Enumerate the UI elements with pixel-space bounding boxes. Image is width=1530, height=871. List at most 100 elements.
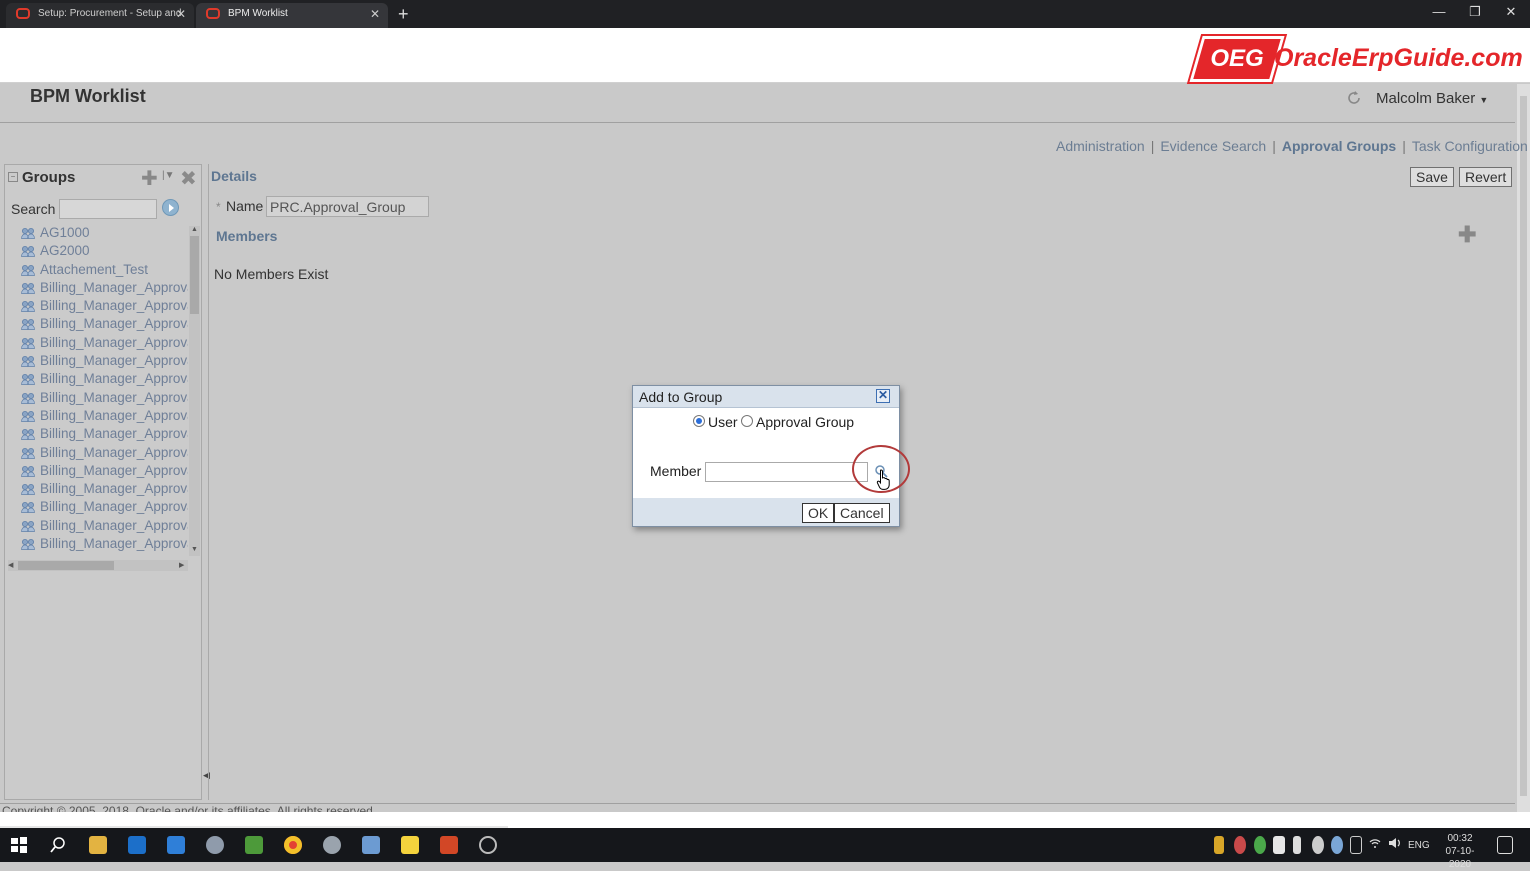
copyright-text: Copyright © 2005, 2018, Oracle and/or it… [2,804,377,812]
windows-taskbar [0,828,1530,862]
member-input[interactable] [705,462,868,482]
group-list-item[interactable]: Billing_Manager_Approva [18,315,188,333]
nav-link-evidence-search[interactable]: Evidence Search [1160,138,1266,154]
scrollbar-thumb[interactable] [1520,96,1527,796]
group-list-item[interactable]: AG1000 [18,224,188,242]
tray-chrome-icon[interactable] [1254,836,1266,854]
group-list-item[interactable]: Billing_Manager_Approva [18,334,188,352]
browser-tab-bar: Setup: Procurement - Setup and ✕ BPM Wor… [0,0,1530,28]
nav-link-administration[interactable]: Administration [1056,138,1145,154]
tray-dropbox-icon[interactable] [1312,836,1324,854]
scrollbar-thumb[interactable] [18,561,114,570]
group-list-item[interactable]: Billing_Manager_Approva [18,425,188,443]
group-label: Billing_Manager_Approva [40,536,188,552]
group-icon [21,282,35,294]
radio-approval-group[interactable] [741,415,753,427]
group-list-item[interactable]: Attachement_Test [18,261,188,279]
delete-group-icon[interactable]: ✖ [180,166,197,191]
user-menu[interactable]: Malcolm Baker ▼ [1376,90,1488,107]
search-input[interactable] [59,199,157,219]
tray-app-icon[interactable] [1350,836,1362,854]
add-group-icon[interactable]: ✚ [141,166,158,191]
group-list-item[interactable]: Billing_Manager_Approva [18,444,188,462]
scroll-up-icon[interactable]: ▲ [191,226,198,233]
search-icon[interactable] [49,836,67,854]
clock-app-icon[interactable] [479,836,497,854]
app-icon[interactable] [206,836,224,854]
collapse-icon[interactable]: − [8,172,18,182]
microphone-icon[interactable] [1293,836,1301,854]
minimize-icon[interactable]: — [1424,4,1454,19]
save-button[interactable]: Save [1410,167,1454,187]
close-tab-icon[interactable]: ✕ [176,3,186,25]
group-list-item[interactable]: Billing_Manager_Approva [18,370,188,388]
group-label: Billing_Manager_Approva [40,389,188,405]
group-list-item[interactable]: Billing_Manager_Approva [18,498,188,516]
browser-tab-setup[interactable]: Setup: Procurement - Setup and ✕ [6,3,194,28]
tray-app-icon[interactable] [1234,836,1246,854]
group-list-item[interactable]: Billing_Manager_Approva [18,407,188,425]
windows-start-icon[interactable] [10,836,28,854]
group-list-item[interactable]: Billing_Manager_Approva [18,297,188,315]
tray-app-icon[interactable] [1331,836,1343,854]
group-list-item[interactable]: Billing_Manager_Approva [18,535,188,553]
no-members-text: No Members Exist [214,266,329,282]
group-list-item[interactable]: Billing_Manager_Approva [18,389,188,407]
nav-link-approval-groups[interactable]: Approval Groups [1282,138,1396,154]
revert-button[interactable]: Revert [1459,167,1513,187]
scrollbar-thumb[interactable] [190,236,199,314]
tray-security-icon[interactable] [1214,836,1224,854]
clock[interactable]: 00:32 07-10-2020 [1440,832,1480,871]
close-icon[interactable]: ✕ [876,389,890,403]
group-list-hscrollbar[interactable]: ◀ ▶ [8,560,188,571]
nav-link-task-configuration[interactable]: Task Configuration [1412,138,1528,154]
group-label: Billing_Manager_Approva [40,353,188,369]
refresh-icon[interactable] [1344,88,1364,108]
radio-user[interactable] [693,415,705,427]
group-label: Billing_Manager_Approva [40,316,188,332]
name-field[interactable] [266,196,429,217]
group-list-scrollbar[interactable]: ▲ ▼ [189,226,200,556]
browser-tab-bpm-worklist[interactable]: BPM Worklist ✕ [196,3,388,28]
mail-icon[interactable] [167,836,185,854]
required-marker: * [216,200,221,214]
group-icon [21,337,35,349]
app-icon[interactable] [362,836,380,854]
group-list-item[interactable]: Billing_Manager_Approva [18,462,188,480]
group-list-item[interactable]: Billing_Manager_Approva [18,352,188,370]
tray-k-icon[interactable] [1273,836,1285,854]
group-icon [21,429,35,441]
outlook-icon[interactable] [128,836,146,854]
paint-icon[interactable] [323,836,341,854]
close-window-icon[interactable]: ✕ [1496,4,1526,20]
new-tab-button[interactable]: + [398,3,409,25]
chrome-icon[interactable] [284,836,302,854]
group-list-item[interactable]: Billing_Manager_Approva [18,279,188,297]
volume-icon[interactable] [1388,836,1402,854]
group-list-item[interactable]: Billing_Manager_Approva [18,480,188,498]
language-indicator[interactable]: ENG [1408,840,1430,851]
group-list-item[interactable]: AG2000 [18,242,188,260]
cancel-button[interactable]: Cancel [834,503,890,523]
restore-icon[interactable]: ❐ [1460,4,1490,20]
notifications-icon[interactable] [1497,836,1513,854]
powerpoint-icon[interactable] [440,836,458,854]
sticky-notes-icon[interactable] [401,836,419,854]
page-title: BPM Worklist [30,86,146,106]
ok-button[interactable]: OK [802,503,835,523]
header-divider [0,122,1515,123]
page-scrollbar[interactable] [1517,84,1530,812]
notepad-icon[interactable] [245,836,263,854]
add-member-icon[interactable]: ✚ [1458,222,1476,248]
file-explorer-icon[interactable] [89,836,107,854]
scroll-down-icon[interactable]: ▼ [191,546,198,553]
scroll-left-icon[interactable]: ◀ [8,561,13,569]
search-go-icon[interactable] [162,199,179,216]
close-tab-icon[interactable]: ✕ [370,3,380,25]
chevron-down-icon[interactable]: |▼ [162,170,175,181]
group-icon [21,539,35,550]
wifi-icon[interactable] [1369,836,1381,854]
group-list-item[interactable]: Billing_Manager_Approva [18,517,188,535]
scroll-right-icon[interactable]: ▶ [179,561,184,569]
group-icon [21,228,35,239]
